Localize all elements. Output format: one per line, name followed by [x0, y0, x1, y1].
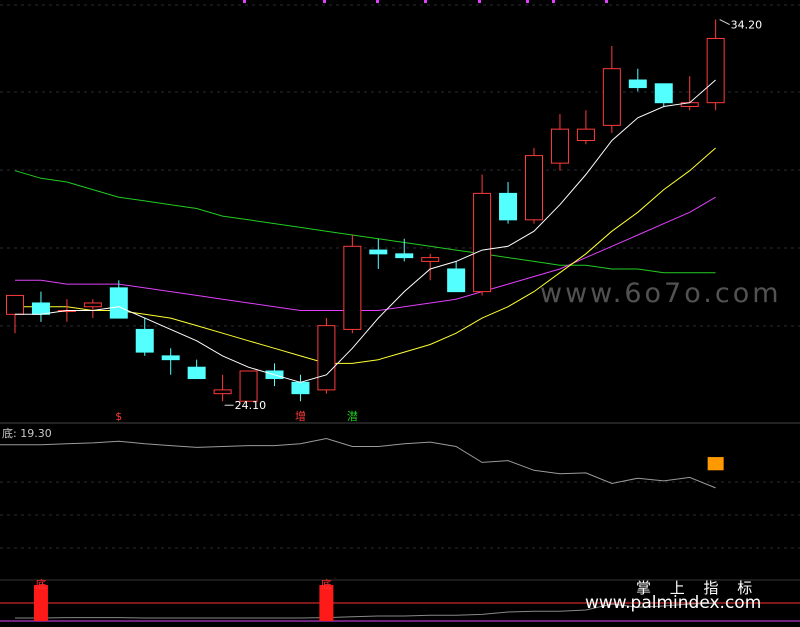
candle-body [213, 389, 232, 395]
top-marker [323, 0, 326, 3]
top-marker [243, 0, 246, 3]
top-marker [552, 0, 555, 3]
ma60-polyline [14, 170, 716, 274]
candle-body [369, 249, 388, 255]
candle-body [473, 192, 492, 293]
ma10-line [15, 147, 716, 364]
candle [135, 318, 154, 356]
indicator-value: 19.30 [20, 427, 52, 440]
candle-body [343, 245, 362, 330]
indicator-line [0, 437, 716, 489]
signal-marker: $ [115, 410, 122, 423]
candle-body [395, 253, 414, 259]
top-marker [605, 0, 608, 3]
candle-body [525, 155, 543, 221]
candle [239, 370, 258, 402]
candle-body [161, 355, 180, 361]
candle [83, 299, 102, 319]
candle-body [550, 128, 569, 164]
candle [31, 291, 50, 322]
candle [654, 83, 673, 107]
candle [109, 280, 128, 319]
candle-body [317, 325, 336, 391]
candle-body [499, 192, 518, 221]
candle-body [706, 37, 725, 104]
candle [187, 359, 206, 380]
candle-body [31, 302, 50, 315]
candle-body [291, 381, 310, 395]
watermark: www.6o7o.com [540, 278, 782, 309]
candle [395, 238, 414, 262]
candle [291, 374, 310, 402]
candle [525, 148, 543, 224]
stock-chart: 34.2024.10$ 增潜 底底 [0, 0, 800, 622]
candle-body [628, 79, 647, 89]
indicator-label: 底: 19.30 [2, 427, 52, 440]
top-marker [478, 0, 481, 3]
candle-body [654, 83, 673, 104]
top-marker [526, 0, 529, 3]
ma60-line [14, 170, 716, 274]
indicator-panel [0, 437, 724, 489]
candle [317, 318, 336, 394]
candle [369, 238, 388, 269]
candle [628, 68, 647, 92]
ma10-polyline [15, 147, 716, 364]
signal-marker: 增 [295, 409, 306, 423]
candle-body [6, 294, 24, 315]
candle-body [109, 287, 128, 319]
candle [473, 174, 492, 296]
top-marker [424, 0, 427, 3]
candle-body [447, 268, 466, 293]
candles: 34.20 24.10 $ 增 潜 [6, 19, 763, 423]
high-arrow [719, 19, 730, 26]
candle [680, 76, 699, 111]
candle-body [135, 328, 154, 353]
signal-marker: 潜 [347, 409, 358, 423]
candle [161, 348, 180, 375]
indicator-bar [707, 457, 724, 471]
bottom-signal-label: 底 [35, 577, 46, 591]
candle [343, 234, 362, 334]
candle [706, 19, 725, 111]
candle-body [239, 370, 258, 402]
candle-body [187, 366, 206, 380]
brand-url: www.palmindex.com [585, 593, 762, 613]
candle [576, 110, 595, 145]
candle-body [602, 68, 621, 126]
indicator-name: 底 [2, 427, 13, 440]
high-label: 34.20 [731, 19, 763, 32]
candle-body [576, 128, 595, 141]
candle-body [421, 257, 440, 262]
candle [602, 46, 621, 133]
candle-body [83, 302, 102, 308]
candle [550, 114, 569, 171]
low-label: 24.10 [235, 399, 267, 412]
candle [213, 374, 232, 402]
candle [499, 182, 518, 224]
bottom-signal-label: 底 [321, 577, 332, 591]
top-marker [376, 0, 379, 3]
candle [447, 261, 466, 293]
